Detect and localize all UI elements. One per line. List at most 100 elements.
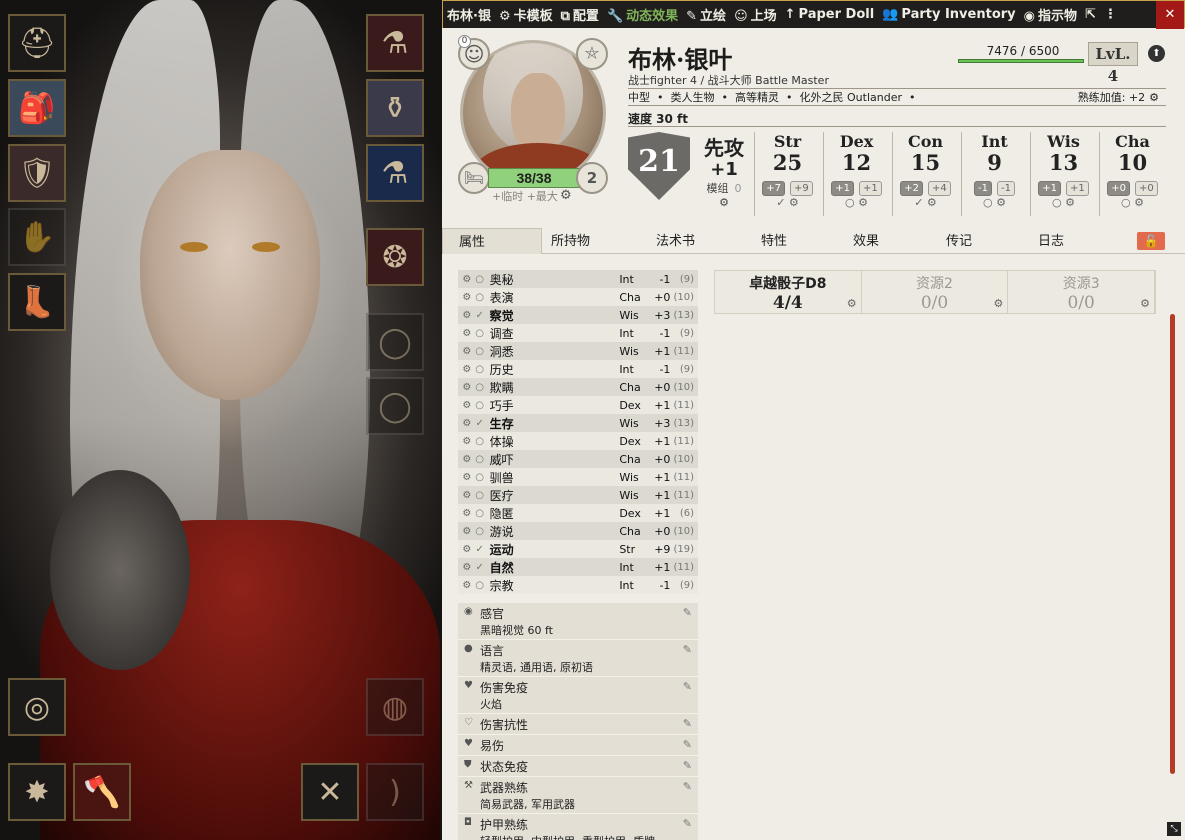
- character-name[interactable]: 布林·银叶: [628, 40, 732, 75]
- tab-features[interactable]: 特性: [761, 228, 787, 254]
- skill-ability[interactable]: Cha: [619, 453, 648, 466]
- skill-row[interactable]: ⚙ ✓ 察觉 Wis +3 (13): [458, 306, 698, 324]
- tab-effects[interactable]: 效果: [853, 228, 879, 254]
- skill-ability[interactable]: Dex: [619, 399, 648, 412]
- edit-pencil-icon[interactable]: ✎: [683, 780, 692, 793]
- skill-ability[interactable]: Wis: [619, 489, 648, 502]
- ability-mod[interactable]: +0: [1107, 181, 1130, 196]
- skill-ability[interactable]: Wis: [619, 345, 648, 358]
- skill-name[interactable]: 宗教: [486, 577, 620, 594]
- tab-attributes[interactable]: 属性: [442, 228, 542, 254]
- skill-gear-icon[interactable]: ⚙: [460, 454, 474, 465]
- skill-gear-icon[interactable]: ⚙: [460, 508, 474, 519]
- xp-value[interactable]: 7476 / 6500: [960, 44, 1086, 58]
- skill-gear-icon[interactable]: ⚙: [460, 364, 474, 375]
- tab-spellbook[interactable]: 法术书: [656, 228, 695, 254]
- resource-gear-icon[interactable]: ⚙: [993, 297, 1003, 310]
- ability-gear-icon[interactable]: ⚙: [927, 196, 937, 209]
- skill-prof-icon[interactable]: ○: [474, 382, 486, 393]
- skill-ability[interactable]: Dex: [619, 507, 648, 520]
- token-button[interactable]: ☺ 上场: [730, 5, 781, 24]
- skill-prof-icon[interactable]: ○: [474, 490, 486, 501]
- skill-row[interactable]: ⚙ ✓ 自然 Int +1 (11): [458, 558, 698, 576]
- size-label[interactable]: 中型: [628, 89, 650, 105]
- skill-gear-icon[interactable]: ⚙: [460, 292, 474, 303]
- skill-gear-icon[interactable]: ⚙: [460, 382, 474, 393]
- ability-str[interactable]: Str 25 +7 +9 ✓ ⚙: [754, 132, 820, 216]
- popout-icon[interactable]: ⇱: [1081, 7, 1100, 22]
- ability-dex[interactable]: Dex 12 +1 +1 ○ ⚙: [823, 132, 889, 216]
- skill-row[interactable]: ⚙ ○ 洞悉 Wis +1 (11): [458, 342, 698, 360]
- rest-icon[interactable]: 🛏: [458, 162, 490, 194]
- skill-prof-icon[interactable]: ○: [474, 400, 486, 411]
- speed-label[interactable]: 速度 30 ft: [628, 110, 688, 127]
- save-prof-icon[interactable]: ○: [983, 196, 993, 209]
- edit-pencil-icon[interactable]: ✎: [683, 717, 692, 730]
- skill-row[interactable]: ⚙ ✓ 生存 Wis +3 (13): [458, 414, 698, 432]
- ability-mod[interactable]: +2: [900, 181, 923, 196]
- ability-gear-icon[interactable]: ⚙: [789, 196, 799, 209]
- edit-pencil-icon[interactable]: ✎: [683, 680, 692, 693]
- ring-slot-2-icon[interactable]: ◯: [366, 377, 424, 435]
- skill-gear-icon[interactable]: ⚙: [460, 526, 474, 537]
- skill-row[interactable]: ⚙ ○ 欺瞒 Cha +0 (10): [458, 378, 698, 396]
- hit-dice-badge[interactable]: 2: [576, 162, 608, 194]
- skill-row[interactable]: ⚙ ○ 医疗 Wis +1 (11): [458, 486, 698, 504]
- resource-name[interactable]: 资源3: [1008, 273, 1154, 293]
- resource-2[interactable]: 资源2 0/0 ⚙: [862, 271, 1009, 313]
- skill-ability[interactable]: Wis: [619, 309, 648, 322]
- elixir-slot-icon[interactable]: ⚱: [366, 79, 424, 137]
- skill-gear-icon[interactable]: ⚙: [460, 400, 474, 411]
- init-gear-icon[interactable]: ⚙: [694, 196, 754, 209]
- tab-biography[interactable]: 传记: [946, 228, 972, 254]
- skill-gear-icon[interactable]: ⚙: [460, 436, 474, 447]
- skill-name[interactable]: 自然: [486, 559, 620, 576]
- hp-gear-icon[interactable]: ⚙: [560, 188, 572, 203]
- skill-name[interactable]: 历史: [486, 361, 620, 378]
- skill-row[interactable]: ⚙ ○ 驯兽 Wis +1 (11): [458, 468, 698, 486]
- skill-gear-icon[interactable]: ⚙: [460, 418, 474, 429]
- skill-prof-icon[interactable]: ○: [474, 472, 486, 483]
- skill-prof-icon[interactable]: ○: [474, 436, 486, 447]
- skill-name[interactable]: 生存: [486, 415, 620, 432]
- paper-doll-button[interactable]: ↑ Paper Doll: [781, 7, 879, 22]
- skill-prof-icon[interactable]: ○: [474, 346, 486, 357]
- resource-value[interactable]: 0/0: [1008, 293, 1154, 313]
- skill-name[interactable]: 欺瞒: [486, 379, 620, 396]
- skill-name[interactable]: 体操: [486, 433, 620, 450]
- save-mod[interactable]: +9: [790, 181, 813, 196]
- resource-gear-icon[interactable]: ⚙: [847, 297, 857, 310]
- save-prof-icon[interactable]: ✓: [776, 196, 785, 209]
- amulet-slot-icon[interactable]: ❂: [366, 228, 424, 286]
- skill-ability[interactable]: Int: [619, 561, 648, 574]
- skill-row[interactable]: ⚙ ○ 体操 Dex +1 (11): [458, 432, 698, 450]
- skill-ability[interactable]: Dex: [619, 435, 648, 448]
- skill-ability[interactable]: Str: [619, 543, 648, 556]
- config-button[interactable]: ⧉ 配置: [557, 5, 603, 24]
- skill-ability[interactable]: Int: [619, 273, 648, 286]
- resource-name[interactable]: 卓越骰子D8: [715, 273, 861, 293]
- skill-row[interactable]: ⚙ ○ 历史 Int -1 (9): [458, 360, 698, 378]
- potion-slot-icon[interactable]: ⚗: [366, 144, 424, 202]
- type-label[interactable]: 类人生物: [671, 89, 715, 105]
- skill-ability[interactable]: Wis: [619, 417, 648, 430]
- armor-slot-icon[interactable]: 🛡: [8, 144, 66, 202]
- skill-row[interactable]: ⚙ ○ 调查 Int -1 (9): [458, 324, 698, 342]
- skill-gear-icon[interactable]: ⚙: [460, 346, 474, 357]
- skill-prof-icon[interactable]: ✓: [474, 310, 486, 321]
- skill-row[interactable]: ⚙ ○ 奥秘 Int -1 (9): [458, 270, 698, 288]
- ability-cha[interactable]: Cha 10 +0 +0 ○ ⚙: [1099, 132, 1165, 216]
- skill-name[interactable]: 隐匿: [486, 505, 620, 522]
- skill-ability[interactable]: Cha: [619, 525, 648, 538]
- save-prof-icon[interactable]: ○: [845, 196, 855, 209]
- skill-prof-icon[interactable]: ○: [474, 328, 486, 339]
- ability-gear-icon[interactable]: ⚙: [858, 196, 868, 209]
- template-button[interactable]: ⚙ 卡模板: [495, 5, 557, 24]
- skill-prof-icon[interactable]: ✓: [474, 544, 486, 555]
- pentagram-icon[interactable]: ⛤: [576, 38, 608, 70]
- skill-ability[interactable]: Int: [619, 327, 648, 340]
- skill-prof-icon[interactable]: ○: [474, 364, 486, 375]
- skill-gear-icon[interactable]: ⚙: [460, 544, 474, 555]
- skill-name[interactable]: 察觉: [486, 307, 620, 324]
- skill-ability[interactable]: Cha: [619, 381, 648, 394]
